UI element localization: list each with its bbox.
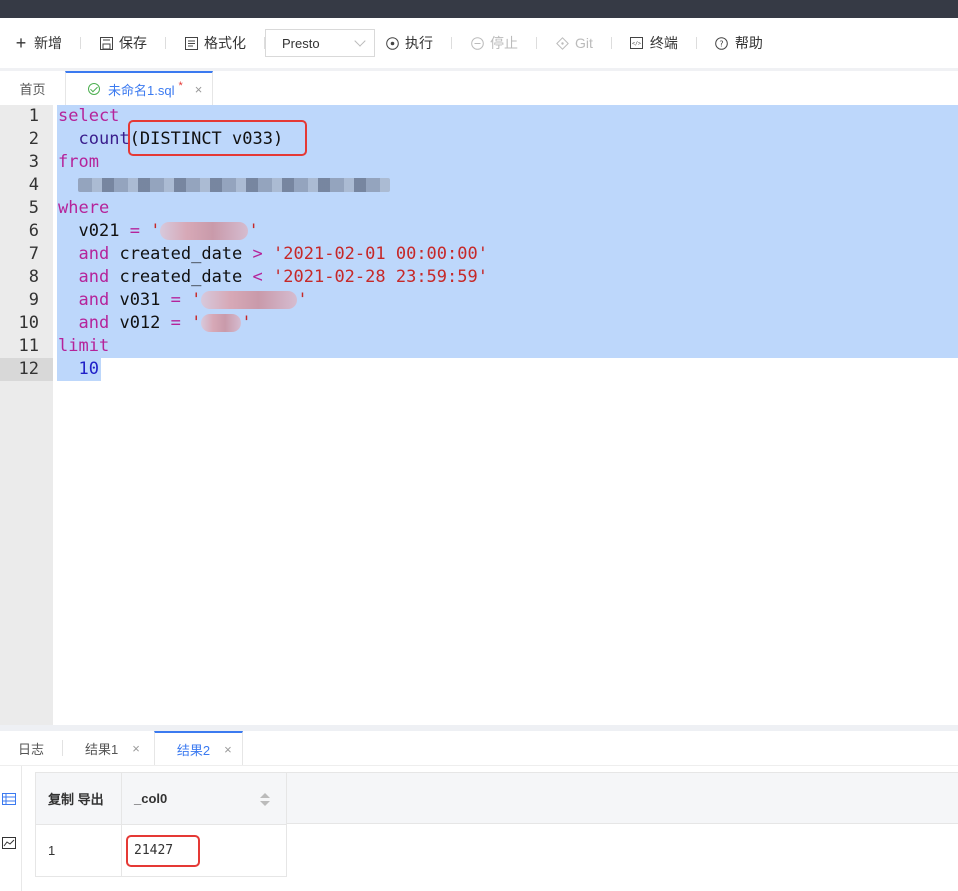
play-circle-icon [385, 36, 399, 50]
close-icon[interactable]: × [224, 742, 232, 757]
code-line: 11 limit [18, 336, 110, 356]
redacted-value [160, 222, 249, 240]
plus-icon: + [15, 33, 27, 53]
window-title-bar [0, 0, 958, 18]
toolbar-separator [610, 37, 612, 49]
save-icon [99, 36, 113, 50]
column-header-col0[interactable]: _col0 [121, 772, 287, 825]
results-panel: 复制 导出 _col0 1 21427 [0, 766, 958, 891]
redacted-value [201, 291, 298, 309]
redacted-table-name [78, 178, 391, 192]
git-button[interactable]: Git [555, 35, 593, 51]
code-line: 8 and created_date < '2021-02-28 23:59:5… [28, 267, 488, 287]
code-line: 5 where [28, 198, 110, 218]
svg-text:</>: </> [632, 41, 641, 47]
help-icon: ? [715, 36, 729, 50]
svg-text:?: ? [720, 39, 724, 48]
tab-log[interactable]: 日志 [0, 740, 64, 757]
editor-tabs: 首页 未命名1.sql * × [0, 71, 958, 105]
code-line: 6 v021 = ' ' [28, 221, 259, 241]
copy-export-header[interactable]: 复制 导出 [35, 772, 122, 825]
close-icon[interactable]: × [195, 82, 203, 97]
stop-circle-icon [470, 36, 484, 50]
close-icon[interactable]: × [132, 741, 140, 756]
new-button[interactable]: + 新增 [14, 33, 62, 53]
stop-button[interactable]: 停止 [470, 33, 518, 53]
result-tabs: 日志 结果1 × 结果2 × [0, 731, 958, 766]
terminal-icon: </> [630, 36, 644, 50]
code-line: 4 [0, 174, 958, 197]
code-line: 2 count(DISTINCT v033) [0, 120, 958, 156]
code-line: 7 and created_date > '2021-02-01 00:00:0… [28, 244, 488, 264]
sql-editor[interactable]: 1 select 2 count(DISTINCT v033) 3 from 4… [0, 105, 958, 725]
git-icon [555, 36, 569, 50]
format-icon [184, 36, 198, 50]
check-circle-icon [88, 83, 100, 95]
format-button[interactable]: 格式化 [184, 33, 246, 53]
chart-view-icon[interactable] [2, 836, 16, 849]
unsaved-marker: * [178, 80, 183, 92]
help-button[interactable]: ? 帮助 [715, 33, 763, 53]
annotation-highlight-box [126, 835, 200, 867]
toolbar: + 新增 保存 格式化 Presto 执行 停止 Git </> 终端 ? 帮助 [0, 18, 958, 68]
sort-icon[interactable] [260, 793, 270, 807]
toolbar-separator [80, 37, 81, 49]
view-switcher [0, 766, 22, 891]
redacted-value [201, 314, 242, 332]
row-index: 1 [35, 824, 122, 877]
code-lines: 1 select 2 count(DISTINCT v033) 3 from 4… [0, 105, 958, 381]
results-table: 复制 导出 _col0 1 21427 [35, 772, 287, 877]
tab-result-2[interactable]: 结果2 × [153, 731, 243, 765]
toolbar-separator [165, 37, 166, 49]
toolbar-separator [695, 37, 697, 49]
terminal-button[interactable]: </> 终端 [630, 33, 678, 53]
tab-home[interactable]: 首页 [0, 71, 65, 105]
save-button[interactable]: 保存 [99, 33, 147, 53]
tab-untitled-sql[interactable]: 未命名1.sql * × [65, 71, 214, 105]
toolbar-separator [536, 37, 537, 49]
toolbar-separator [451, 37, 452, 49]
table-row: 1 21427 [35, 824, 287, 877]
table-view-icon[interactable] [2, 792, 16, 805]
run-button[interactable]: 执行 [385, 33, 433, 53]
table-header-filler [286, 772, 958, 824]
code-line-current: 12 10 [0, 358, 958, 381]
code-line: 9 and v031 = ' ' [28, 290, 308, 310]
code-line: 10 and v012 = ' ' [18, 313, 252, 333]
chevron-down-icon [354, 35, 366, 47]
tab-result-1[interactable]: 结果1 × [63, 731, 154, 765]
result-value-cell[interactable]: 21427 [121, 824, 287, 877]
code-line: 3 from [28, 152, 99, 172]
engine-select[interactable]: Presto [265, 29, 375, 57]
